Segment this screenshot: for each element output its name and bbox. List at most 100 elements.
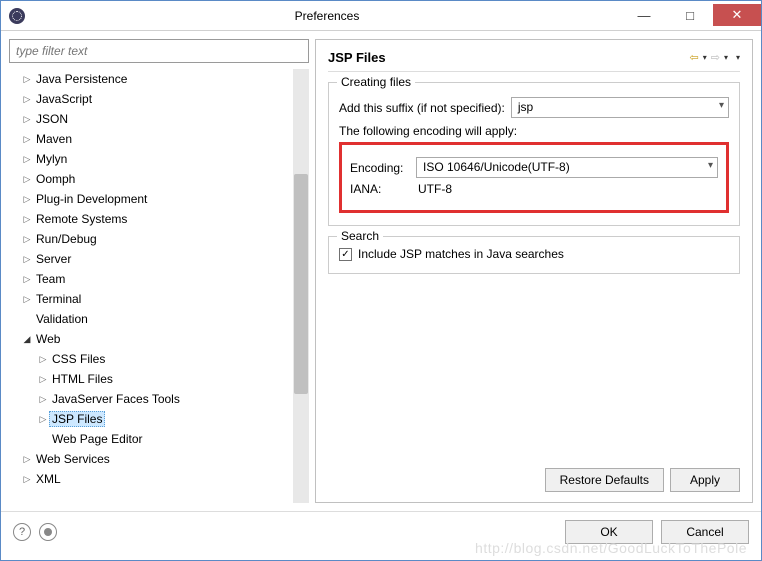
tree-item[interactable]: ▷Remote Systems: [9, 209, 291, 229]
restore-defaults-button[interactable]: Restore Defaults: [545, 468, 664, 492]
tree-item-label: Mylyn: [33, 151, 70, 167]
bottom-bar: ? OK Cancel: [1, 511, 761, 551]
tree-scrollbar[interactable]: [293, 69, 309, 503]
tree-item[interactable]: Validation: [9, 309, 291, 329]
expand-arrow-icon[interactable]: ▷: [37, 374, 49, 385]
tree-item[interactable]: ▷CSS Files: [9, 349, 291, 369]
tree-item[interactable]: ▷JavaServer Faces Tools: [9, 389, 291, 409]
encoding-note: The following encoding will apply:: [339, 124, 729, 138]
tree-item[interactable]: ▷XML: [9, 469, 291, 489]
expand-arrow-icon[interactable]: ▷: [21, 194, 33, 205]
tree-item-label: Remote Systems: [33, 211, 130, 227]
expand-arrow-icon[interactable]: ▷: [21, 474, 33, 485]
tree-item-label: Web Page Editor: [49, 431, 146, 447]
right-pane: JSP Files ⇦ ▾ ⇨ ▾ ▾ Creating files Add thi…: [315, 39, 753, 503]
tree-item-label: Terminal: [33, 291, 84, 307]
tree-item-label: JSP Files: [49, 411, 105, 427]
creating-files-group: Creating files Add this suffix (if not s…: [328, 82, 740, 226]
tree-item-label: Plug-in Development: [33, 191, 150, 207]
expand-arrow-icon[interactable]: ▷: [37, 394, 49, 405]
tree-item[interactable]: ▷Team: [9, 269, 291, 289]
tree-item[interactable]: ▷HTML Files: [9, 369, 291, 389]
tree-item-label: Oomph: [33, 171, 78, 187]
tree-item-label: Maven: [33, 131, 75, 147]
tree-item[interactable]: ▷JSON: [9, 109, 291, 129]
tree-item-label: Web Services: [33, 451, 113, 467]
search-legend: Search: [337, 229, 383, 243]
filter-input[interactable]: [9, 39, 309, 63]
expand-arrow-icon[interactable]: ▷: [37, 414, 49, 425]
expand-arrow-icon[interactable]: ▷: [21, 174, 33, 185]
tree-item[interactable]: ▷Mylyn: [9, 149, 291, 169]
tree-item[interactable]: ▷JSP Files: [9, 409, 291, 429]
minimize-button[interactable]: —: [621, 4, 667, 28]
tree-item[interactable]: ▷Oomph: [9, 169, 291, 189]
close-button[interactable]: ✕: [713, 4, 761, 26]
tree-item[interactable]: ▷Run/Debug: [9, 229, 291, 249]
tree-item-label: HTML Files: [49, 371, 116, 387]
search-group: Search ✓ Include JSP matches in Java sea…: [328, 236, 740, 274]
tree-item-label: Server: [33, 251, 74, 267]
encoding-group: Encoding: ISO 10646/Unicode(UTF-8) IANA:…: [339, 142, 729, 213]
tree-item-label: Web: [33, 331, 63, 347]
expand-arrow-icon[interactable]: ▷: [21, 454, 33, 465]
apply-button[interactable]: Apply: [670, 468, 740, 492]
include-jsp-checkbox[interactable]: ✓: [339, 248, 352, 261]
ok-button[interactable]: OK: [565, 520, 653, 544]
expand-arrow-icon[interactable]: ▷: [21, 114, 33, 125]
window-title: Preferences: [33, 9, 621, 23]
suffix-label: Add this suffix (if not specified):: [339, 101, 505, 115]
expand-arrow-icon[interactable]: ▷: [21, 294, 33, 305]
expand-arrow-icon[interactable]: ▷: [21, 74, 33, 85]
tree-item[interactable]: ▷Maven: [9, 129, 291, 149]
maximize-button[interactable]: □: [667, 4, 713, 28]
page-title: JSP Files: [328, 50, 690, 65]
back-icon[interactable]: ⇦: [690, 51, 699, 64]
tree-item[interactable]: ▷Java Persistence: [9, 69, 291, 89]
nav-arrows: ⇦ ▾ ⇨ ▾ ▾: [690, 51, 740, 64]
encoding-combo[interactable]: ISO 10646/Unicode(UTF-8): [416, 157, 718, 178]
expand-arrow-icon[interactable]: ▷: [21, 94, 33, 105]
tree-item-label: JSON: [33, 111, 71, 127]
expand-arrow-icon[interactable]: ▷: [21, 154, 33, 165]
cancel-button[interactable]: Cancel: [661, 520, 749, 544]
back-menu[interactable]: ▾: [703, 53, 707, 62]
expand-arrow-icon[interactable]: ▷: [21, 274, 33, 285]
tree-item[interactable]: ◢Web: [9, 329, 291, 349]
include-jsp-label: Include JSP matches in Java searches: [358, 247, 564, 261]
forward-icon[interactable]: ⇨: [711, 51, 720, 64]
tree-item[interactable]: ▷Server: [9, 249, 291, 269]
expand-arrow-icon[interactable]: ◢: [21, 334, 33, 345]
expand-arrow-icon[interactable]: ▷: [37, 354, 49, 365]
help-icon[interactable]: ?: [13, 523, 31, 541]
iana-label: IANA:: [350, 182, 410, 196]
tree-item-label: Java Persistence: [33, 71, 130, 87]
titlebar: Preferences — □ ✕: [1, 1, 761, 31]
tree-item[interactable]: ▷Web Services: [9, 449, 291, 469]
left-pane: ▷Java Persistence▷JavaScript▷JSON▷Maven▷…: [9, 39, 309, 503]
tree-item[interactable]: ▷Terminal: [9, 289, 291, 309]
expand-arrow-icon[interactable]: ▷: [21, 254, 33, 265]
tree-item[interactable]: ▷JavaScript: [9, 89, 291, 109]
expand-arrow-icon[interactable]: ▷: [21, 234, 33, 245]
expand-arrow-icon[interactable]: ▷: [21, 134, 33, 145]
tree-item-label: JavaServer Faces Tools: [49, 391, 183, 407]
import-export-icon[interactable]: [39, 523, 57, 541]
creating-files-legend: Creating files: [337, 75, 415, 89]
expand-arrow-icon[interactable]: ▷: [21, 214, 33, 225]
iana-value: UTF-8: [416, 182, 452, 196]
tree-item[interactable]: ▷Plug-in Development: [9, 189, 291, 209]
tree-item-label: Team: [33, 271, 68, 287]
encoding-label: Encoding:: [350, 161, 410, 175]
suffix-combo[interactable]: jsp: [511, 97, 729, 118]
tree-item-label: XML: [33, 471, 64, 487]
app-icon: [9, 8, 25, 24]
preference-tree[interactable]: ▷Java Persistence▷JavaScript▷JSON▷Maven▷…: [9, 69, 293, 503]
tree-item-label: JavaScript: [33, 91, 95, 107]
tree-item-label: Validation: [33, 311, 91, 327]
tree-item[interactable]: Web Page Editor: [9, 429, 291, 449]
view-menu[interactable]: ▾: [736, 53, 740, 62]
tree-item-label: Run/Debug: [33, 231, 100, 247]
tree-item-label: CSS Files: [49, 351, 108, 367]
forward-menu[interactable]: ▾: [724, 53, 728, 62]
